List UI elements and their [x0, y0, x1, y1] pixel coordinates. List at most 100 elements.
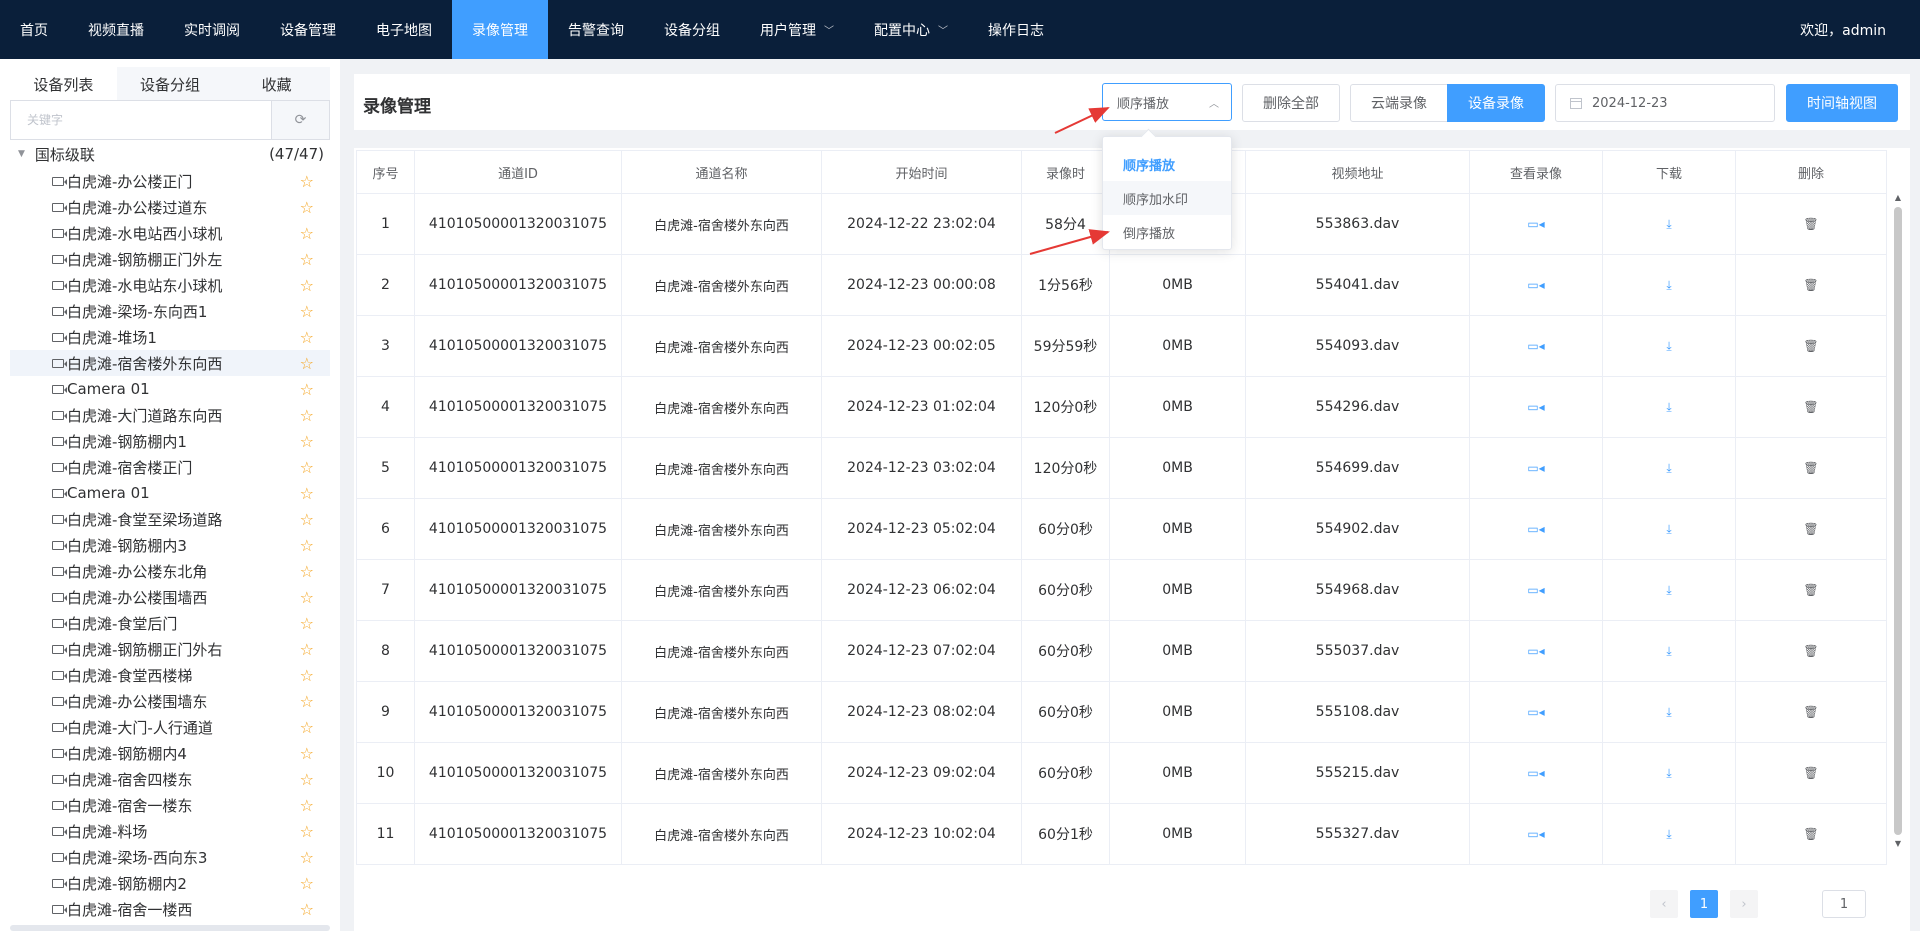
device-tree-item[interactable]: 白虎滩-食堂西楼梯 ☆ [10, 662, 330, 688]
vertical-scrollbar[interactable]: ▲ ▼ [1892, 193, 1904, 848]
download-icon[interactable]: ⤓ [1666, 278, 1671, 292]
device-tree-item[interactable]: 白虎滩-办公楼东北角 ☆ [10, 558, 330, 584]
video-camera-icon[interactable]: ▭◂ [1527, 827, 1544, 841]
star-favorite-icon[interactable]: ☆ [300, 510, 314, 529]
timeline-view-button[interactable]: 时间轴视图 [1786, 84, 1898, 122]
trash-icon[interactable]: 🗑 [1803, 461, 1818, 475]
scrollbar-thumb[interactable] [1894, 207, 1902, 835]
download-icon[interactable]: ⤓ [1666, 827, 1671, 841]
cloud-record-button[interactable]: 云端录像 [1350, 84, 1448, 122]
star-favorite-icon[interactable]: ☆ [300, 770, 314, 789]
device-tree-item[interactable]: Camera 01 ☆ [10, 376, 330, 402]
star-favorite-icon[interactable]: ☆ [300, 328, 314, 347]
star-favorite-icon[interactable]: ☆ [300, 718, 314, 737]
device-tree-item[interactable]: 白虎滩-宿舍一楼东 ☆ [10, 792, 330, 818]
star-favorite-icon[interactable]: ☆ [300, 588, 314, 607]
star-favorite-icon[interactable]: ☆ [300, 224, 314, 243]
star-favorite-icon[interactable]: ☆ [300, 822, 314, 841]
device-tree-item[interactable]: 白虎滩-宿舍一楼西 ☆ [10, 896, 330, 922]
video-camera-icon[interactable]: ▭◂ [1527, 278, 1544, 292]
trash-icon[interactable]: 🗑 [1803, 827, 1818, 841]
date-picker[interactable]: 2024-12-23 [1555, 84, 1775, 122]
device-tree-item[interactable]: 白虎滩-大门-人行通道 ☆ [10, 714, 330, 740]
nav-item-users[interactable]: 用户管理 ﹀ [740, 0, 854, 59]
download-icon[interactable]: ⤓ [1666, 339, 1671, 353]
star-favorite-icon[interactable]: ☆ [300, 458, 314, 477]
trash-icon[interactable]: 🗑 [1803, 522, 1818, 536]
trash-icon[interactable]: 🗑 [1803, 400, 1818, 414]
star-favorite-icon[interactable]: ☆ [300, 172, 314, 191]
star-favorite-icon[interactable]: ☆ [300, 640, 314, 659]
star-favorite-icon[interactable]: ☆ [300, 666, 314, 685]
nav-item-alarms[interactable]: 告警查询 [548, 0, 644, 59]
star-favorite-icon[interactable]: ☆ [300, 848, 314, 867]
device-record-button[interactable]: 设备录像 [1447, 84, 1545, 122]
download-icon[interactable]: ⤓ [1666, 583, 1671, 597]
device-tree-item[interactable]: 白虎滩-水电站东小球机 ☆ [10, 272, 330, 298]
device-tree-item[interactable]: 白虎滩-钢筋棚内3 ☆ [10, 532, 330, 558]
tree-root-node[interactable]: ▼ 国标级联 (47/47) [18, 144, 324, 164]
page-number-current[interactable]: 1 [1690, 890, 1718, 918]
nav-item-map[interactable]: 电子地图 [356, 0, 452, 59]
device-tree-item[interactable]: 白虎滩-钢筋棚内2 ☆ [10, 870, 330, 896]
trash-icon[interactable]: 🗑 [1803, 217, 1818, 231]
tab-favorites[interactable]: 收藏 [223, 67, 330, 101]
nav-item-realtime[interactable]: 实时调阅 [164, 0, 260, 59]
trash-icon[interactable]: 🗑 [1803, 583, 1818, 597]
device-tree-item[interactable]: 白虎滩-宿舍楼外东向西 ☆ [10, 350, 330, 376]
search-input[interactable] [11, 101, 271, 139]
nav-item-config[interactable]: 配置中心 ﹀ [854, 0, 968, 59]
star-favorite-icon[interactable]: ☆ [300, 536, 314, 555]
next-page-button[interactable]: › [1730, 890, 1758, 918]
device-tree-item[interactable]: 白虎滩-大门道路东向西 ☆ [10, 402, 330, 428]
nav-item-logs[interactable]: 操作日志 [968, 0, 1064, 59]
star-favorite-icon[interactable]: ☆ [300, 874, 314, 893]
device-tree-item[interactable]: 白虎滩-钢筋棚内4 ☆ [10, 740, 330, 766]
star-favorite-icon[interactable]: ☆ [300, 406, 314, 425]
video-camera-icon[interactable]: ▭◂ [1527, 461, 1544, 475]
scroll-up-icon[interactable]: ▲ [1892, 193, 1904, 202]
tab-device-list[interactable]: 设备列表 [10, 67, 117, 101]
video-camera-icon[interactable]: ▭◂ [1527, 400, 1544, 414]
device-tree-item[interactable]: 白虎滩-钢筋棚正门外左 ☆ [10, 246, 330, 272]
star-favorite-icon[interactable]: ☆ [300, 432, 314, 451]
download-icon[interactable]: ⤓ [1666, 644, 1671, 658]
nav-item-live[interactable]: 视频直播 [68, 0, 164, 59]
trash-icon[interactable]: 🗑 [1803, 644, 1818, 658]
device-tree-item[interactable]: 白虎滩-宿舍四楼东 ☆ [10, 766, 330, 792]
download-icon[interactable]: ⤓ [1666, 522, 1671, 536]
video-camera-icon[interactable]: ▭◂ [1527, 522, 1544, 536]
star-favorite-icon[interactable]: ☆ [300, 796, 314, 815]
star-favorite-icon[interactable]: ☆ [300, 562, 314, 581]
device-tree-item[interactable]: 白虎滩-食堂至梁场道路 ☆ [10, 506, 330, 532]
download-icon[interactable]: ⤓ [1666, 217, 1671, 231]
scroll-down-icon[interactable]: ▼ [1892, 839, 1904, 848]
star-favorite-icon[interactable]: ☆ [300, 900, 314, 919]
video-camera-icon[interactable]: ▭◂ [1527, 644, 1544, 658]
star-favorite-icon[interactable]: ☆ [300, 692, 314, 711]
trash-icon[interactable]: 🗑 [1803, 766, 1818, 780]
device-tree-item[interactable]: 白虎滩-水电站西小球机 ☆ [10, 220, 330, 246]
star-favorite-icon[interactable]: ☆ [300, 354, 314, 373]
user-greeting[interactable]: 欢迎，admin [1800, 0, 1886, 59]
device-tree-item[interactable]: 白虎滩-梁场-东向西1 ☆ [10, 298, 330, 324]
nav-item-home[interactable]: 首页 [0, 0, 68, 59]
device-tree-item[interactable]: 白虎滩-食堂后门 ☆ [10, 610, 330, 636]
star-favorite-icon[interactable]: ☆ [300, 614, 314, 633]
device-tree-item[interactable]: 白虎滩-钢筋棚内1 ☆ [10, 428, 330, 454]
nav-item-recordings[interactable]: 录像管理 [452, 0, 548, 59]
refresh-button[interactable]: ⟳ [271, 101, 329, 139]
download-icon[interactable]: ⤓ [1666, 705, 1671, 719]
device-tree-item[interactable]: 白虎滩-办公楼正门 ☆ [10, 168, 330, 194]
device-tree-item[interactable]: 白虎滩-办公楼围墙西 ☆ [10, 584, 330, 610]
device-tree-item[interactable]: 白虎滩-办公楼围墙东 ☆ [10, 688, 330, 714]
device-tree-item[interactable]: 白虎滩-堆场1 ☆ [10, 324, 330, 350]
star-favorite-icon[interactable]: ☆ [300, 380, 314, 399]
option-reverse-play[interactable]: 倒序播放 [1103, 215, 1231, 249]
star-favorite-icon[interactable]: ☆ [300, 198, 314, 217]
star-favorite-icon[interactable]: ☆ [300, 250, 314, 269]
video-camera-icon[interactable]: ▭◂ [1527, 766, 1544, 780]
star-favorite-icon[interactable]: ☆ [300, 744, 314, 763]
device-tree-item[interactable]: 白虎滩-料场 ☆ [10, 818, 330, 844]
download-icon[interactable]: ⤓ [1666, 400, 1671, 414]
